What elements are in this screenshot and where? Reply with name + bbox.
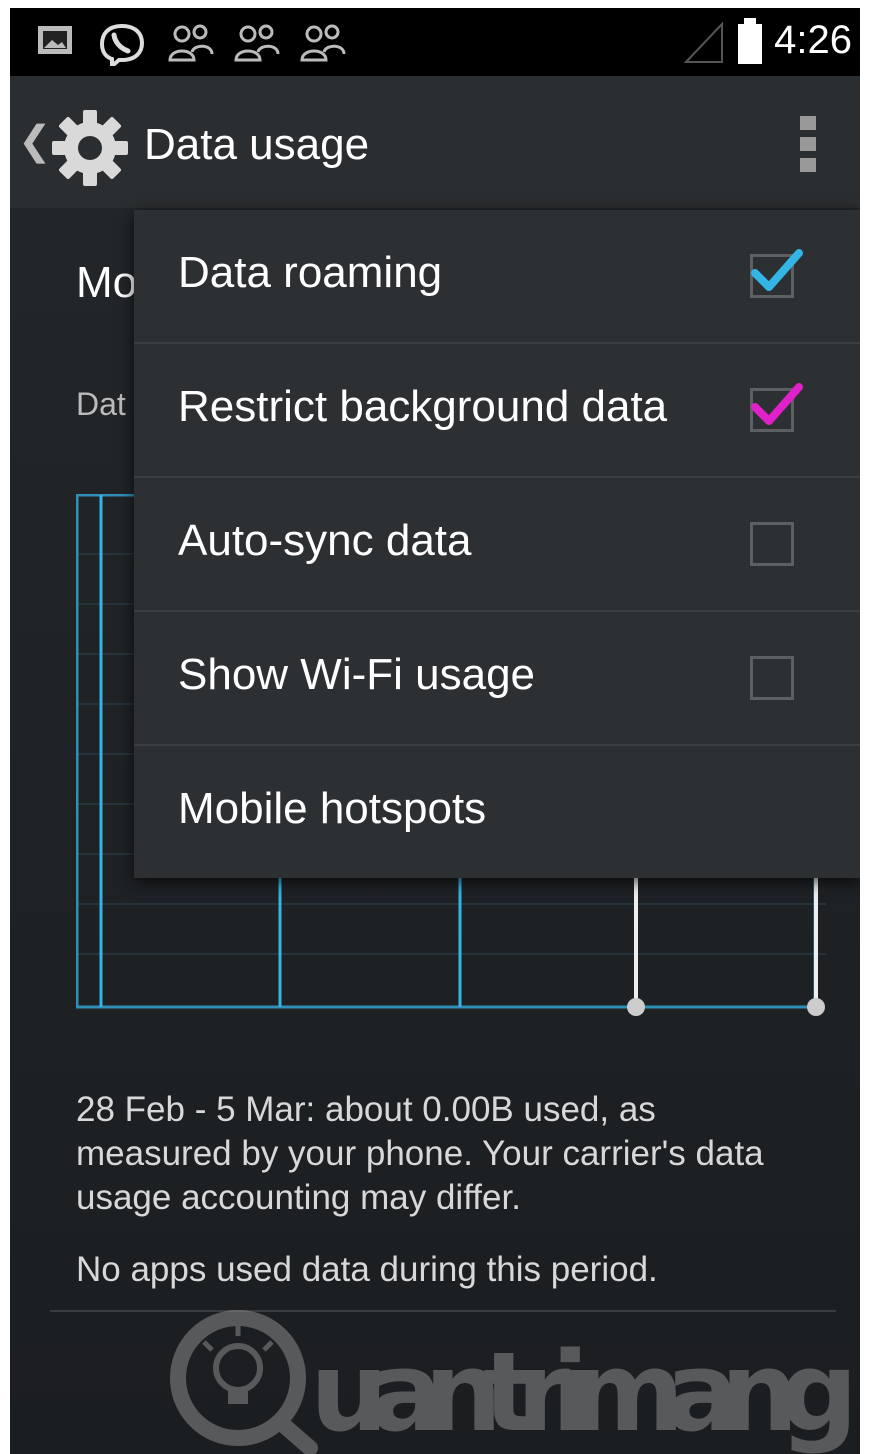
settings-gear-icon[interactable] xyxy=(48,106,132,190)
cycle-start-handle[interactable] xyxy=(627,998,645,1016)
battery-icon xyxy=(738,18,762,64)
contacts-icon xyxy=(300,24,346,62)
menu-item-restrict-background-data[interactable]: Restrict background data xyxy=(134,344,860,478)
menu-item-label: Restrict background data xyxy=(178,382,668,431)
checkbox[interactable] xyxy=(750,249,803,298)
checkbox[interactable] xyxy=(750,656,794,700)
no-apps-message: No apps used data during this period. xyxy=(76,1250,658,1289)
menu-item-label: Auto-sync data xyxy=(178,516,472,565)
svg-text:uantrimang: uantrimang xyxy=(310,1328,858,1454)
checkbox[interactable] xyxy=(750,522,794,566)
overflow-menu-icon[interactable] xyxy=(800,114,816,174)
clock-time: 4:26 xyxy=(774,18,852,62)
gallery-icon xyxy=(38,26,72,54)
usage-summary: 28 Feb - 5 Mar: about 0.00B used, as mea… xyxy=(76,1090,764,1217)
menu-item-show-wi-fi-usage[interactable]: Show Wi-Fi usage xyxy=(134,612,860,746)
menu-item-auto-sync-data[interactable]: Auto-sync data xyxy=(134,478,860,612)
menu-item-mobile-hotspots[interactable]: Mobile hotspots xyxy=(134,746,860,878)
watermark-logo: uantrimang xyxy=(170,1310,858,1454)
page-title: Data usage xyxy=(144,120,370,169)
lightbulb-icon xyxy=(202,1324,274,1404)
overflow-popup-menu: Data roaming Restrict background data Auto… xyxy=(134,210,860,878)
menu-item-label: Data roaming xyxy=(178,248,443,297)
contacts-icon xyxy=(234,24,280,62)
viber-icon xyxy=(99,23,145,66)
data-cycle-label: Dat xyxy=(76,386,126,422)
checkmark-icon xyxy=(751,249,803,291)
back-chevron-icon[interactable]: ❮ xyxy=(18,118,52,164)
cycle-end-handle[interactable] xyxy=(807,998,825,1016)
status-bar: 4:26 xyxy=(10,8,860,76)
checkbox[interactable] xyxy=(750,383,803,432)
network-heading: Mo xyxy=(76,258,138,307)
action-bar: ❮ Data usage xyxy=(10,76,860,208)
checkmark-icon xyxy=(751,383,803,425)
menu-item-data-roaming[interactable]: Data roaming xyxy=(134,210,860,344)
menu-item-label: Show Wi-Fi usage xyxy=(178,650,536,699)
menu-item-label: Mobile hotspots xyxy=(178,784,487,833)
signal-icon xyxy=(683,21,723,63)
contacts-icon xyxy=(168,24,214,62)
phone-screen: 4:26 ❮ Data usage Mo Dat 28 Feb - 5 Mar:… xyxy=(10,8,860,1454)
